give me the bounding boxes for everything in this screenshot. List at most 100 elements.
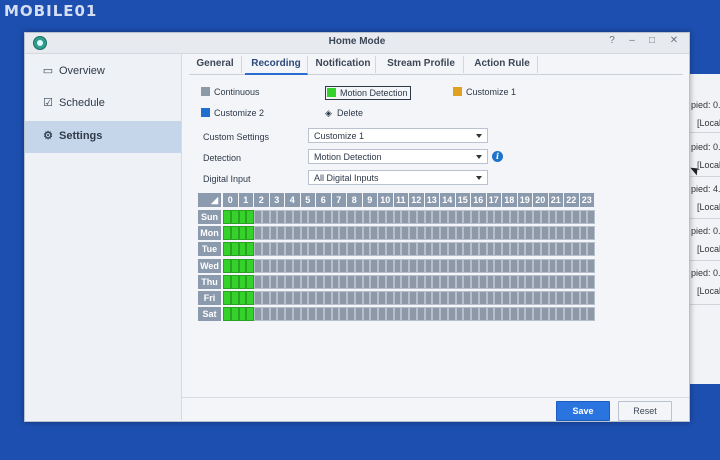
schedule-cell[interactable] — [587, 210, 595, 224]
schedule-cell[interactable] — [254, 307, 262, 322]
schedule-cell[interactable] — [401, 210, 409, 224]
legend-customize-2[interactable]: Customize 2 — [201, 108, 264, 118]
schedule-cell[interactable] — [509, 210, 518, 224]
schedule-cell[interactable] — [548, 242, 557, 257]
schedule-cell[interactable] — [316, 258, 324, 273]
day-header[interactable]: Wed — [198, 258, 221, 273]
schedule-cell[interactable] — [447, 291, 456, 305]
schedule-cell[interactable] — [269, 210, 278, 224]
schedule-cell[interactable] — [261, 258, 270, 273]
schedule-cell[interactable] — [370, 242, 378, 257]
hour-header[interactable]: 16 — [471, 193, 486, 207]
schedule-cell[interactable] — [486, 274, 495, 289]
schedule-cell[interactable] — [308, 274, 316, 289]
schedule-cell[interactable] — [556, 258, 564, 273]
hour-header[interactable]: 5 — [300, 193, 315, 207]
schedule-cell[interactable] — [401, 242, 409, 257]
schedule-cell[interactable] — [409, 307, 417, 322]
schedule-cell[interactable] — [471, 307, 479, 322]
schedule-cell[interactable] — [223, 291, 231, 305]
schedule-cell[interactable] — [362, 274, 371, 289]
schedule-cell[interactable] — [285, 210, 293, 224]
schedule-cell[interactable] — [331, 210, 340, 224]
schedule-cell[interactable] — [316, 210, 324, 224]
schedule-cell[interactable] — [230, 307, 239, 322]
schedule-cell[interactable] — [486, 210, 495, 224]
maximize-icon[interactable]: □ — [645, 35, 659, 46]
schedule-cell[interactable] — [533, 226, 541, 241]
schedule-cell[interactable] — [432, 291, 440, 305]
schedule-cell[interactable] — [540, 291, 549, 305]
schedule-cell[interactable] — [564, 258, 572, 273]
schedule-cell[interactable] — [494, 210, 502, 224]
schedule-cell[interactable] — [540, 258, 549, 273]
schedule-cell[interactable] — [261, 242, 270, 257]
schedule-cell[interactable] — [478, 307, 487, 322]
schedule-cell[interactable] — [223, 226, 231, 241]
schedule-cell[interactable] — [486, 291, 495, 305]
schedule-cell[interactable] — [463, 258, 471, 273]
schedule-cell[interactable] — [277, 291, 285, 305]
schedule-cell[interactable] — [525, 242, 533, 257]
schedule-cell[interactable] — [409, 274, 417, 289]
hour-header[interactable]: 17 — [486, 193, 501, 207]
schedule-cell[interactable] — [362, 226, 371, 241]
schedule-cell[interactable] — [362, 210, 371, 224]
schedule-cell[interactable] — [323, 307, 332, 322]
schedule-cell[interactable] — [579, 258, 588, 273]
schedule-cell[interactable] — [416, 291, 425, 305]
schedule-cell[interactable] — [385, 291, 394, 305]
schedule-cell[interactable] — [316, 291, 324, 305]
schedule-cell[interactable] — [261, 226, 270, 241]
schedule-cell[interactable] — [571, 242, 580, 257]
schedule-cell[interactable] — [587, 226, 595, 241]
schedule-cell[interactable] — [416, 210, 425, 224]
schedule-cell[interactable] — [254, 242, 262, 257]
schedule-cell[interactable] — [300, 242, 309, 257]
schedule-cell[interactable] — [502, 210, 510, 224]
schedule-cell[interactable] — [509, 291, 518, 305]
schedule-cell[interactable] — [385, 242, 394, 257]
schedule-cell[interactable] — [548, 226, 557, 241]
hour-header[interactable]: 23 — [579, 193, 594, 207]
schedule-cell[interactable] — [478, 291, 487, 305]
save-button[interactable]: Save — [556, 401, 610, 421]
schedule-cell[interactable] — [564, 210, 572, 224]
schedule-cell[interactable] — [230, 258, 239, 273]
schedule-cell[interactable] — [401, 291, 409, 305]
schedule-cell[interactable] — [564, 291, 572, 305]
schedule-cell[interactable] — [548, 210, 557, 224]
schedule-cell[interactable] — [300, 307, 309, 322]
tab-stream-profile[interactable]: Stream Profile — [379, 56, 464, 73]
schedule-cell[interactable] — [385, 307, 394, 322]
schedule-cell[interactable] — [517, 258, 526, 273]
hour-header[interactable]: 11 — [393, 193, 408, 207]
schedule-cell[interactable] — [447, 274, 456, 289]
sidebar-item-schedule[interactable]: ☑ Schedule — [25, 88, 181, 120]
schedule-cell[interactable] — [370, 291, 378, 305]
schedule-cell[interactable] — [354, 291, 363, 305]
schedule-cell[interactable] — [354, 258, 363, 273]
schedule-cell[interactable] — [478, 258, 487, 273]
schedule-cell[interactable] — [401, 274, 409, 289]
schedule-cell[interactable] — [579, 291, 588, 305]
schedule-cell[interactable] — [331, 226, 340, 241]
schedule-cell[interactable] — [502, 307, 510, 322]
schedule-cell[interactable] — [440, 210, 448, 224]
schedule-cell[interactable] — [509, 226, 518, 241]
schedule-cell[interactable] — [261, 274, 270, 289]
schedule-cell[interactable] — [502, 291, 510, 305]
schedule-cell[interactable] — [533, 210, 541, 224]
schedule-cell[interactable] — [230, 291, 239, 305]
schedule-cell[interactable] — [533, 291, 541, 305]
select-all-corner[interactable]: ◢ — [198, 193, 221, 207]
schedule-cell[interactable] — [308, 210, 316, 224]
schedule-cell[interactable] — [471, 291, 479, 305]
schedule-cell[interactable] — [525, 291, 533, 305]
schedule-cell[interactable] — [370, 210, 378, 224]
schedule-cell[interactable] — [440, 226, 448, 241]
schedule-cell[interactable] — [292, 226, 301, 241]
schedule-cell[interactable] — [556, 242, 564, 257]
schedule-cell[interactable] — [486, 242, 495, 257]
schedule-cell[interactable] — [362, 242, 371, 257]
